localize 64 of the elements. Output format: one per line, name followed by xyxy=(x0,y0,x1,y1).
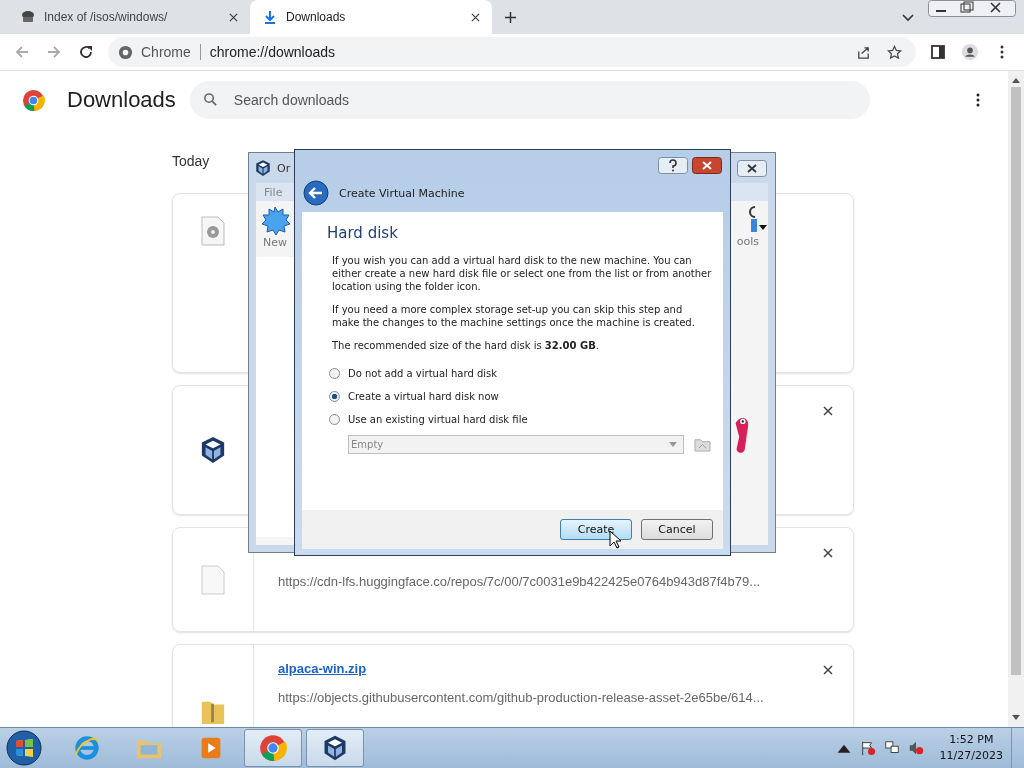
dialog-button[interactable]: Create xyxy=(560,519,632,540)
dialog-button[interactable]: Cancel xyxy=(641,519,713,540)
download-icon xyxy=(262,9,278,25)
dropdown-arrow-icon[interactable] xyxy=(759,224,767,230)
cube-icon xyxy=(255,159,271,177)
file-link[interactable]: alpaca-win.zip xyxy=(278,661,367,676)
scrollbar[interactable] xyxy=(1008,71,1024,727)
chrome-logo-icon xyxy=(259,734,287,762)
close-icon[interactable] xyxy=(229,12,238,22)
search-field[interactable]: Search downloads xyxy=(189,81,870,119)
remove-icon[interactable] xyxy=(823,406,833,416)
reload-icon[interactable] xyxy=(78,44,94,60)
cube-icon xyxy=(200,435,226,465)
page-heading: Hard disk xyxy=(327,224,399,242)
disc-file-icon xyxy=(200,216,226,246)
radio-option[interactable]: Use an existing virtual hard disk file xyxy=(329,408,711,431)
profile-icon[interactable] xyxy=(962,44,978,60)
file-url: https://cdn-lfs.huggingface.co/repos/7c/00/7c0031e9b422425e0764b943d87f4b79... xyxy=(278,574,762,589)
toolbar-button[interactable]: New xyxy=(260,205,290,249)
start-button[interactable] xyxy=(6,730,42,766)
caret-icon xyxy=(669,442,678,447)
network-icon[interactable] xyxy=(883,740,900,756)
tools-icon xyxy=(749,206,759,232)
server-icon xyxy=(20,9,36,25)
speaker-icon[interactable] xyxy=(907,740,924,756)
star-icon[interactable] xyxy=(887,44,902,60)
side-panel-icon[interactable] xyxy=(930,44,946,60)
share-icon[interactable] xyxy=(856,44,871,60)
page-title: Downloads xyxy=(67,87,176,113)
close-button[interactable] xyxy=(737,159,767,177)
help-button[interactable] xyxy=(658,157,688,174)
search-icon xyxy=(202,92,218,107)
flag-icon[interactable] xyxy=(859,740,876,756)
remove-icon[interactable] xyxy=(823,665,833,675)
address-bar[interactable]: Chrome chrome://downloads xyxy=(108,37,916,67)
scroll-down-icon[interactable] xyxy=(1012,715,1020,721)
close-button[interactable] xyxy=(692,157,722,174)
file-icon xyxy=(200,564,226,595)
scroll-up-icon[interactable] xyxy=(1012,77,1020,83)
description-text: If you need a more complex storage set-up you can skip this step and make the changes to the machine settings once the machine is created. xyxy=(332,303,696,329)
file-url: https://objects.githubusercontent.com/github-production-release-asset-2e65be/614... xyxy=(278,690,765,705)
starburst-icon xyxy=(260,205,290,236)
browser-e-icon xyxy=(73,734,101,762)
window-title: Or xyxy=(277,161,291,175)
new-tab-icon[interactable] xyxy=(504,11,517,24)
close-icon[interactable] xyxy=(471,12,480,22)
toolbar-button[interactable]: ools xyxy=(736,206,759,248)
dialog-title: Create Virtual Machine xyxy=(339,186,465,200)
back-button[interactable] xyxy=(303,180,329,206)
description-text: If you wish you can add a virtual hard disk to the new machine. You can either create a new hard disk file or select one from the list or from another location using the folder icon. xyxy=(332,254,712,293)
browser-tab[interactable]: Downloads xyxy=(250,0,492,34)
chrome-logo-icon xyxy=(118,44,133,60)
window-controls[interactable] xyxy=(928,0,1016,18)
description-text: The recommended size of the hard disk is 32.00 GB. xyxy=(332,339,600,352)
chevron-down-icon[interactable] xyxy=(902,14,914,22)
taskbar-button[interactable] xyxy=(306,729,364,767)
radio-option[interactable]: Do not add a virtual hard disk xyxy=(329,362,711,385)
browser-tab[interactable]: Index of /isos/windows/ xyxy=(8,0,250,34)
section-label: Today xyxy=(172,153,210,171)
radio-option[interactable]: Create a virtual hard disk now xyxy=(329,385,711,408)
folder-button[interactable] xyxy=(694,437,711,452)
chrome-logo-icon xyxy=(22,88,45,112)
clock[interactable]: 1:52 PM 11/27/2023 xyxy=(939,732,1003,764)
remove-icon[interactable] xyxy=(823,548,833,558)
